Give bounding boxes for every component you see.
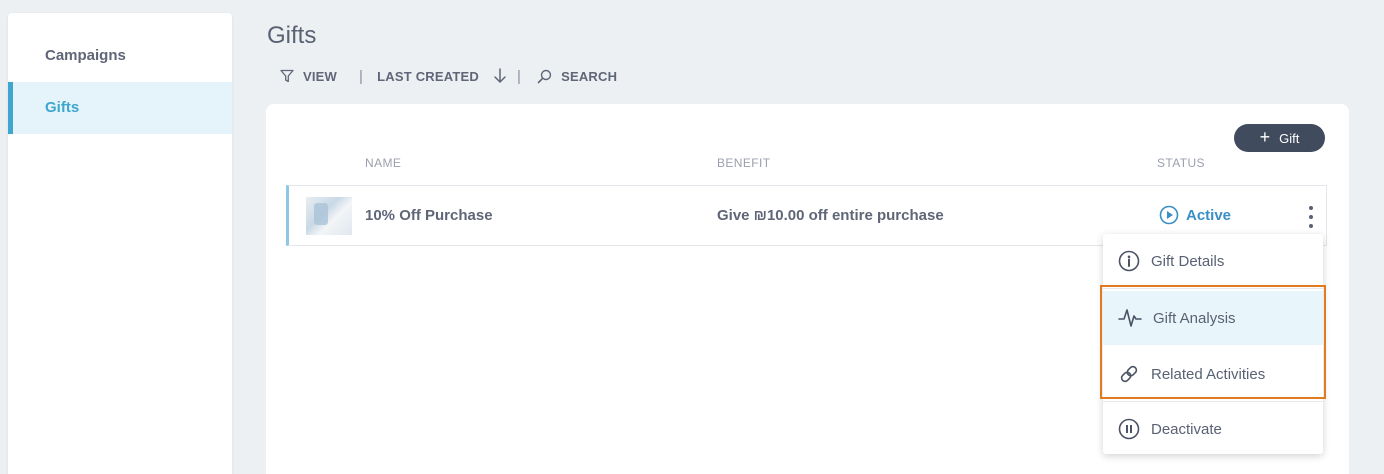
more-options-icon[interactable]: [1306, 206, 1316, 228]
gift-thumbnail: [306, 197, 352, 235]
play-icon: [1159, 205, 1179, 225]
page-title: Gifts: [267, 22, 317, 49]
plus-icon: +: [1259, 127, 1271, 147]
toolbar: VIEW | LAST CREATED | SEARCH: [280, 66, 617, 86]
row-actions-menu: Gift Details Gift Analysis Related Activ…: [1103, 234, 1323, 454]
sort-button[interactable]: LAST CREATED: [377, 69, 479, 84]
menu-divider: [1103, 288, 1323, 289]
sidebar: Campaigns Gifts: [8, 13, 232, 474]
sort-label: LAST CREATED: [377, 68, 479, 84]
menu-item-label: Gift Details: [1151, 252, 1225, 270]
view-filter-button[interactable]: VIEW: [280, 69, 337, 84]
status-label: Active: [1186, 206, 1232, 224]
toolbar-divider: |: [516, 67, 522, 85]
status-badge: Active: [1159, 205, 1231, 225]
sidebar-item-campaigns[interactable]: Campaigns: [8, 30, 232, 82]
menu-item-related-activities[interactable]: Related Activities: [1103, 347, 1323, 401]
column-header-status: STATUS: [1157, 156, 1205, 170]
search-label: SEARCH: [561, 68, 618, 84]
toolbar-divider: |: [359, 67, 364, 85]
app-root: Campaigns Gifts Gifts VIEW | LAST CREATE…: [0, 0, 1384, 474]
link-icon: [1120, 365, 1138, 383]
menu-item-label: Gift Analysis: [1153, 309, 1236, 327]
gift-benefit: Give ₪10.00 off entire purchase: [717, 207, 944, 224]
add-gift-button[interactable]: + Gift: [1234, 124, 1325, 152]
search-button[interactable]: SEARCH: [537, 69, 617, 84]
column-header-benefit: BENEFIT: [717, 156, 771, 170]
add-gift-label: Gift: [1279, 130, 1300, 146]
info-icon: [1118, 250, 1140, 272]
filter-icon: [280, 69, 294, 83]
pulse-icon: [1118, 309, 1142, 327]
column-header-name: NAME: [365, 156, 402, 170]
arrow-down-icon: [494, 68, 506, 83]
sort-direction-toggle[interactable]: [493, 68, 507, 84]
menu-item-gift-analysis[interactable]: Gift Analysis: [1103, 291, 1323, 345]
menu-item-label: Deactivate: [1151, 420, 1222, 438]
view-label: VIEW: [303, 68, 338, 84]
gift-name: 10% Off Purchase: [365, 207, 493, 224]
menu-item-gift-details[interactable]: Gift Details: [1103, 234, 1323, 288]
menu-item-deactivate[interactable]: Deactivate: [1103, 402, 1323, 456]
pause-icon: [1118, 418, 1140, 440]
search-icon: [537, 69, 552, 83]
menu-item-label: Related Activities: [1151, 365, 1266, 383]
sidebar-item-gifts[interactable]: Gifts: [8, 82, 232, 134]
